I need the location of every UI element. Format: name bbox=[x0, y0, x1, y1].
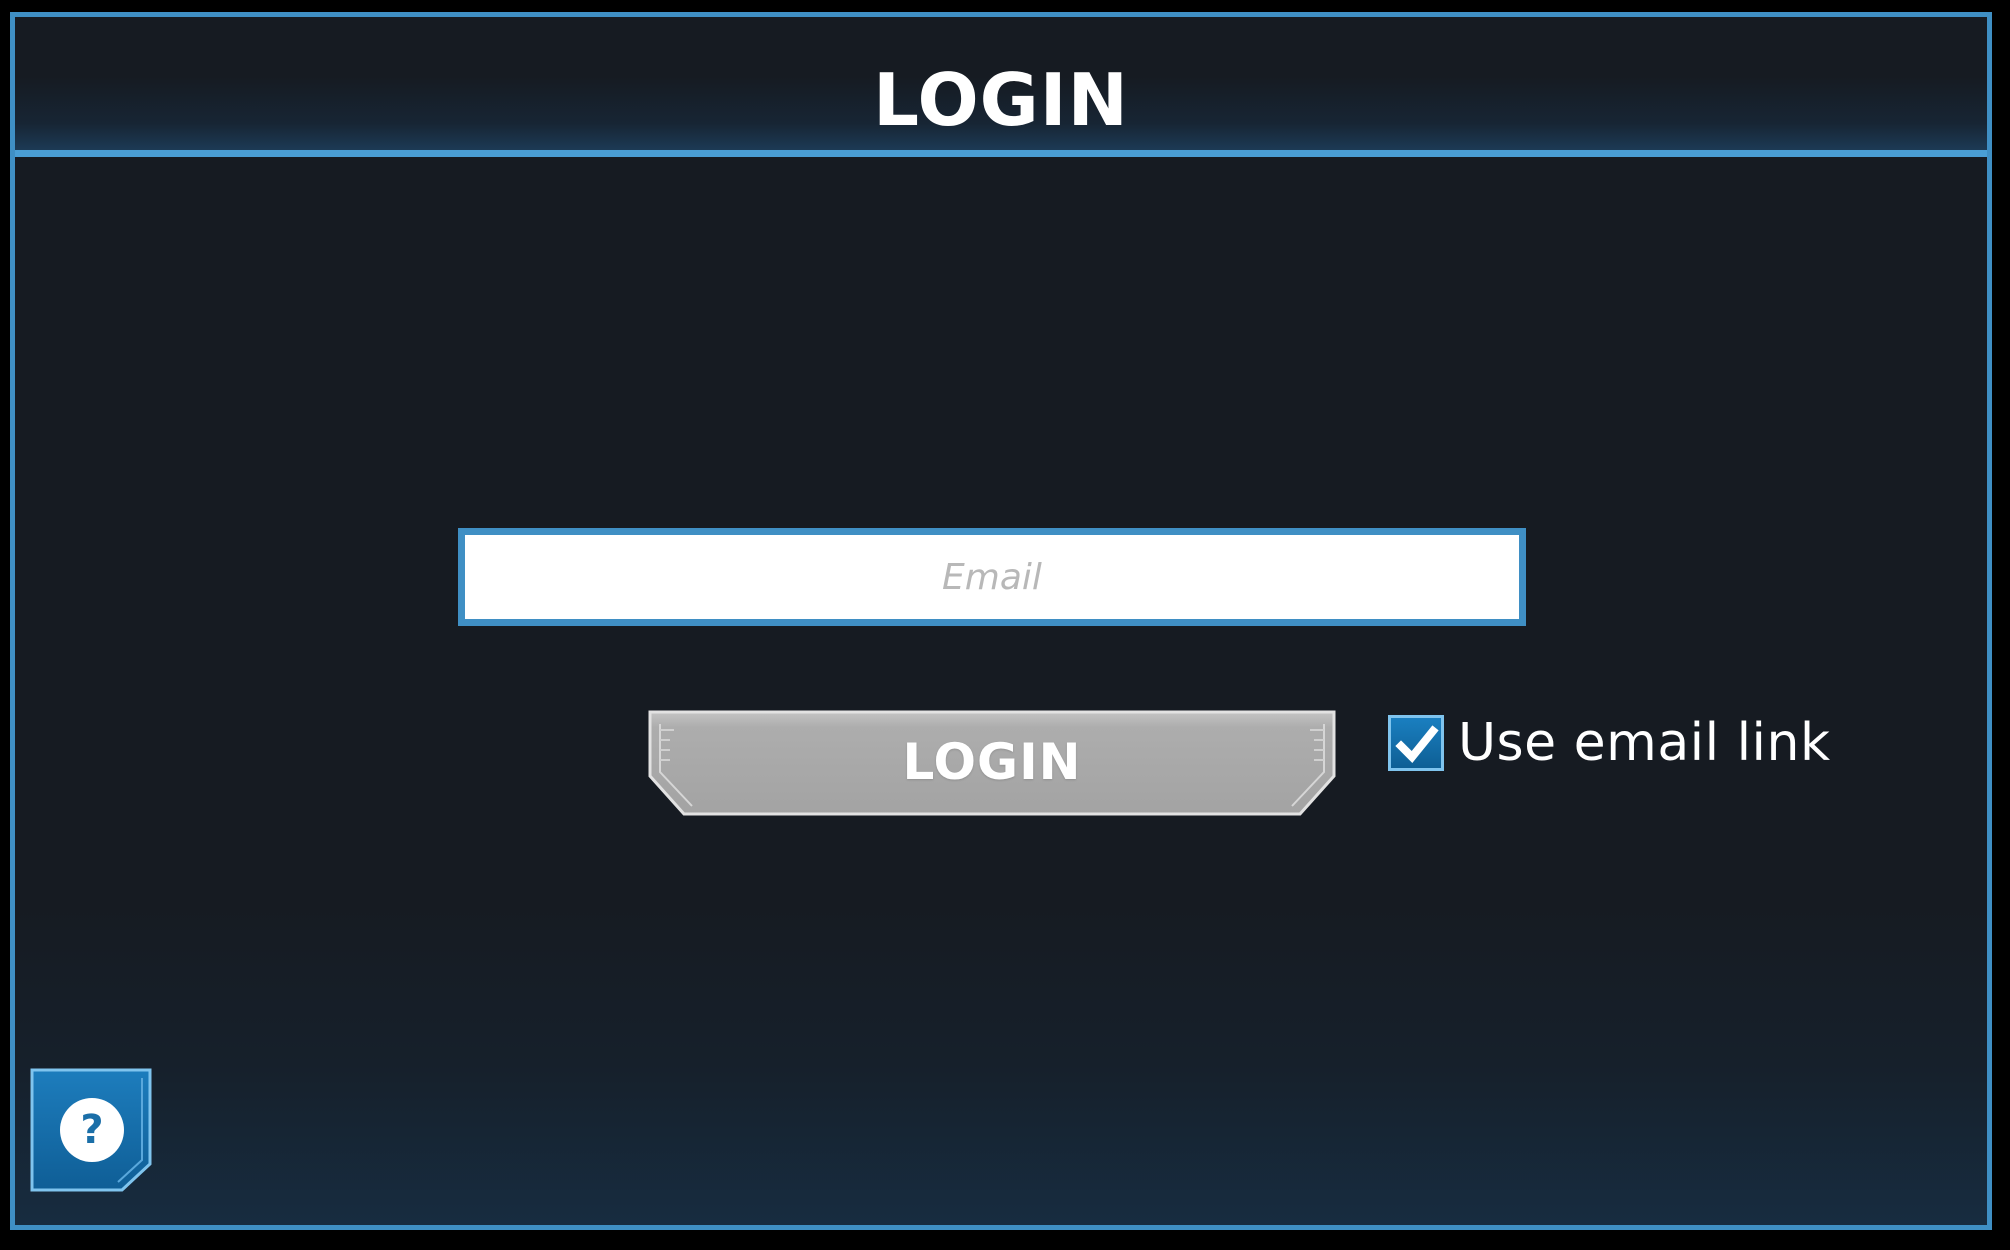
panel-body bbox=[15, 157, 1987, 1225]
login-button[interactable]: LOGIN bbox=[648, 710, 1336, 816]
checkmark-icon bbox=[1395, 725, 1439, 763]
use-email-link-label: Use email link bbox=[1458, 713, 1831, 773]
panel-header: LOGIN bbox=[15, 17, 1987, 157]
question-mark-icon: ? bbox=[60, 1098, 124, 1162]
login-button-label: LOGIN bbox=[902, 733, 1082, 791]
page-title: LOGIN bbox=[873, 58, 1129, 142]
help-button[interactable]: ? bbox=[30, 1068, 152, 1192]
email-field[interactable] bbox=[458, 528, 1526, 626]
use-email-link-checkbox[interactable]: Use email link bbox=[1388, 710, 1831, 776]
checkbox-box[interactable] bbox=[1388, 715, 1444, 771]
